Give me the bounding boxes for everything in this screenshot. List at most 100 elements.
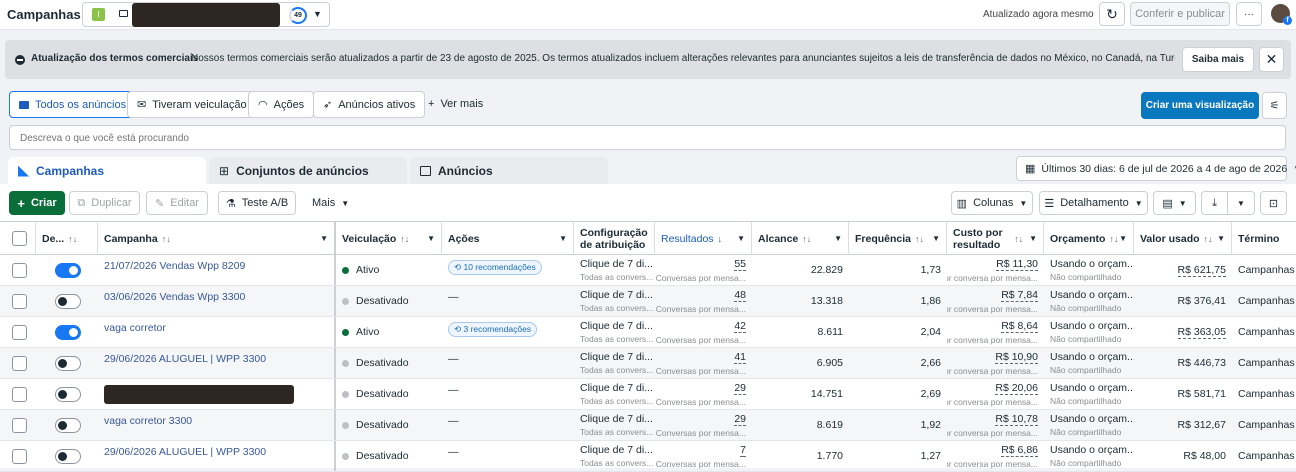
reach-value: 8.619 <box>816 419 843 431</box>
create-button[interactable]: + Criar <box>9 191 65 215</box>
search-input[interactable] <box>20 130 1220 146</box>
chevron-down-icon: ▼ <box>341 199 350 208</box>
tab-campaigns[interactable]: Campanhas <box>8 157 206 185</box>
duplicate-label: Duplicar <box>91 197 132 209</box>
search-box[interactable] <box>9 125 1286 150</box>
row-checkbox[interactable] <box>12 325 27 340</box>
delivery-toggle[interactable] <box>55 294 81 309</box>
table-row[interactable]: 29/06/2026 ALUGUEL | WPP 3300 Desativado —… <box>0 441 1296 472</box>
account-selector[interactable]: I 49 ▼ <box>82 2 330 27</box>
columns-button[interactable]: ▥ Colunas ▼ <box>951 191 1033 215</box>
filter-actions[interactable]: ◠ Ações <box>248 91 315 118</box>
results-cell: 7 Conversas por mensa... <box>655 441 752 471</box>
header-budget[interactable]: Orçamento ↑↓ ▼ <box>1044 222 1134 255</box>
filter-active-ads[interactable]: ➶ Anúncios ativos <box>313 91 426 118</box>
delivery-toggle[interactable] <box>55 325 81 340</box>
header-frequency[interactable]: Frequência ↑↓ ▼ <box>849 222 947 255</box>
recommendations-badge[interactable]: ⟲ 3 recomendações <box>448 322 538 337</box>
header-cost-per-result[interactable]: Custo por resultado ↑↓ ▼ <box>947 222 1044 255</box>
view-settings-button[interactable]: ⚟ <box>1262 92 1287 119</box>
row-checkbox[interactable] <box>12 294 27 309</box>
delivery-toggle[interactable] <box>55 263 81 278</box>
campaign-name-link[interactable]: vaga corretor <box>104 322 328 334</box>
duplicate-icon: ⧉ <box>77 196 86 209</box>
recommendations-badge[interactable]: ⟲ 10 recomendações <box>448 260 542 275</box>
table-row[interactable]: 29/06/2026 ALUGUEL | WPP 3300 Desativado —… <box>0 348 1296 379</box>
row-checkbox[interactable] <box>12 418 27 433</box>
delivery-toggle[interactable] <box>55 418 81 433</box>
select-all-checkbox[interactable] <box>12 231 27 246</box>
header-amount-spent[interactable]: Valor usado ↑↓ ▼ <box>1134 222 1232 255</box>
sort-icon: ↑↓ <box>802 233 812 244</box>
delivery-toggle[interactable] <box>55 449 81 464</box>
campaign-name-link[interactable]: 29/06/2026 ALUGUEL | WPP 3300 <box>104 446 328 458</box>
header-end[interactable]: Término <box>1232 222 1296 255</box>
attribution-cell: Clique de 7 di... Todas as convers... <box>574 379 655 409</box>
header-reach[interactable]: Alcance ↑↓ ▼ <box>752 222 849 255</box>
more-options-button[interactable]: ··· <box>1236 2 1262 26</box>
learn-more-button[interactable]: Saiba mais <box>1182 47 1254 72</box>
header-campaign[interactable]: Campanha ↑↓ ▼ <box>98 222 336 255</box>
attribution-cell: Clique de 7 di... Todas as convers... <box>574 348 655 378</box>
header-delivery-toggle[interactable]: De... ↑↓ <box>36 222 98 255</box>
create-view-button[interactable]: Criar uma visualização <box>1141 92 1259 119</box>
campaign-name-link[interactable]: 03/06/2026 Vendas Wpp 3300 <box>104 291 328 303</box>
tab-adsets[interactable]: ⊞ Conjuntos de anúncios <box>209 157 407 185</box>
campaign-name-link[interactable]: 21/07/2026 Vendas Wpp 8209 <box>104 260 328 272</box>
date-range-picker[interactable]: ▦ Últimos 30 dias: 6 de jul de 2026 a 4 … <box>1016 156 1296 181</box>
table-row[interactable]: vaga corretor Ativo ⟲ 3 recomendações Cliqu… <box>0 317 1296 348</box>
see-more-button[interactable]: + Ver mais <box>428 98 483 110</box>
attribution-value: Clique de 7 di... <box>580 289 653 301</box>
chevron-down-icon: ▼ <box>1029 234 1037 243</box>
breakdown-label: Detalhamento <box>1060 197 1129 209</box>
chart-toggle-button[interactable]: ⊡ <box>1260 191 1287 215</box>
header-results[interactable]: Resultados ↓ ▼ <box>655 222 752 255</box>
tab-ads[interactable]: Anúncios <box>410 157 608 185</box>
edit-button[interactable]: ✎ Editar <box>146 191 208 215</box>
results-sub: Conversas por mensa... <box>655 458 746 469</box>
campaign-name-link[interactable]: 29/06/2026 ALUGUEL | WPP 3300 <box>104 353 328 365</box>
table-row[interactable]: 21/07/2026 Vendas Wpp 8209 Ativo ⟲ 10 reco… <box>0 255 1296 286</box>
export-dropdown-button[interactable]: ▼ <box>1227 191 1255 215</box>
ab-test-button[interactable]: ⚗ Teste A/B <box>218 191 296 215</box>
chevron-down-icon: ▼ <box>427 234 435 243</box>
delivery-toggle[interactable] <box>55 356 81 371</box>
results-cell: 29 Conversas por mensa... <box>655 379 752 409</box>
table-row[interactable]: vaga corretor 3300 Desativado — Clique de 7… <box>0 410 1296 441</box>
header-delivery[interactable]: Veiculação ↑↓ ▼ <box>336 222 442 255</box>
close-banner-button[interactable]: ✕ <box>1259 47 1284 72</box>
reports-button[interactable]: ▤ ▼ <box>1153 191 1196 215</box>
plus-icon: + <box>428 98 435 110</box>
budget-value: Usando o orçam... <box>1050 320 1134 332</box>
breakdown-button[interactable]: ☰ Detalhamento ▼ <box>1039 191 1148 215</box>
row-checkbox[interactable] <box>12 387 27 402</box>
delivery-cell: Desativado <box>336 379 442 409</box>
more-dropdown[interactable]: Mais ▼ <box>312 197 349 209</box>
row-checkbox[interactable] <box>12 356 27 371</box>
row-checkbox[interactable] <box>12 263 27 278</box>
row-checkbox[interactable] <box>12 449 27 464</box>
duplicate-button[interactable]: ⧉ Duplicar <box>69 191 140 215</box>
review-publish-button[interactable]: Conferir e publicar <box>1130 2 1230 26</box>
campaign-name-link[interactable]: vaga corretor 3300 <box>104 415 328 427</box>
chevron-down-icon: ▼ <box>1178 198 1187 208</box>
table-row[interactable]: 03/06/2026 Vendas Wpp 3300 Desativado — Cli… <box>0 286 1296 317</box>
header-actions[interactable]: Ações ▼ <box>442 222 574 255</box>
attribution-cell: Clique de 7 di... Todas as convers... <box>574 286 655 316</box>
attribution-sub: Todas as convers... <box>580 458 654 468</box>
budget-sub: Não compartilhado <box>1050 272 1122 282</box>
spent-value: R$ 581,71 <box>1177 388 1226 400</box>
reach-cell: 8.619 <box>752 410 849 440</box>
header-attribution[interactable]: Configuração de atribuição <box>574 222 655 255</box>
frequency-value: 2,66 <box>920 357 941 369</box>
delivery-toggle[interactable] <box>55 387 81 402</box>
budget-cell: Usando o orçam... Não compartilhado <box>1044 255 1134 285</box>
filter-had-delivery[interactable]: ✉ Tiveram veiculação <box>127 91 257 118</box>
filter-all-ads[interactable]: Todos os anúncios <box>9 91 137 118</box>
refresh-button[interactable]: ↻ <box>1099 2 1125 26</box>
results-value: 29 <box>734 412 746 426</box>
cost-cell: R$ 6,86 Por conversa por mensa... <box>947 441 1044 471</box>
table-row[interactable]: Desativado — Clique de 7 di... Todas as con… <box>0 379 1296 410</box>
export-button[interactable]: ⤓ <box>1201 191 1228 215</box>
attribution-cell: Clique de 7 di... Todas as convers... <box>574 317 655 347</box>
